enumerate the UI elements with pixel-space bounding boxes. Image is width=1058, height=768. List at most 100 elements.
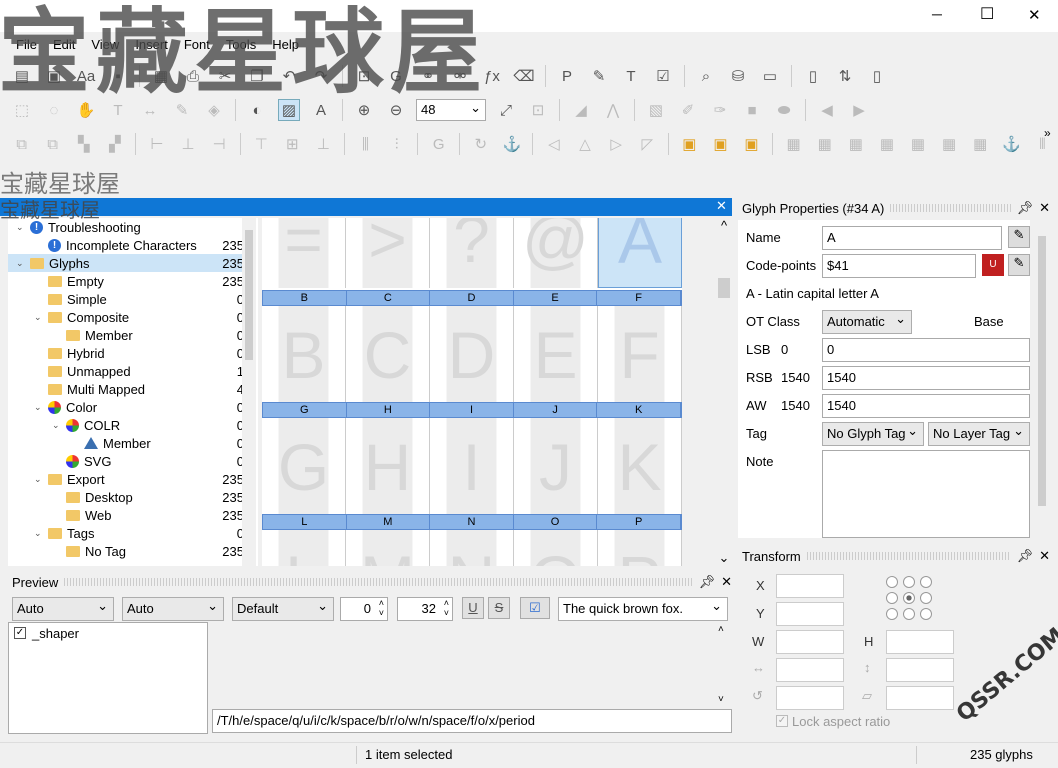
rotate-icon[interactable]: ↻	[470, 133, 491, 155]
export-icon[interactable]: ▯	[866, 65, 888, 87]
copy-icon[interactable]: ❐	[246, 65, 268, 87]
grid7-icon[interactable]: ▦	[970, 133, 991, 155]
origin-radio[interactable]	[903, 592, 915, 604]
expand-icon[interactable]: ⌄	[34, 528, 44, 539]
preview-check-button[interactable]: ☑	[520, 597, 550, 619]
grid6-icon[interactable]: ▦	[939, 133, 960, 155]
zoom-select[interactable]: 48 ⌄	[416, 99, 486, 121]
glyph-cell[interactable]: L	[262, 530, 346, 566]
tree-item[interactable]: ⌄ Export 235	[8, 470, 248, 488]
cut-icon[interactable]: ✂	[214, 65, 236, 87]
pin-icon[interactable]: 📌︎	[1017, 200, 1034, 216]
distribute-v-icon[interactable]: ⫶	[386, 133, 407, 155]
preview-close-icon[interactable]: ✕	[721, 574, 732, 590]
align-right-icon[interactable]: ⊣	[209, 133, 230, 155]
menu-edit[interactable]: Edit	[53, 37, 75, 52]
redo-icon[interactable]: ↷	[310, 65, 332, 87]
glyph-cell[interactable]: >	[346, 218, 430, 288]
align-top-icon[interactable]: ⊤	[251, 133, 272, 155]
tree-item[interactable]: ! Incomplete Characters 235	[8, 236, 248, 254]
preview-tool-icon[interactable]: ◐	[246, 99, 268, 121]
font-info-icon[interactable]: Aa	[75, 65, 97, 87]
x-field[interactable]	[776, 574, 844, 598]
tree-item[interactable]: Hybrid 0	[8, 344, 248, 362]
glyph-ref-icon[interactable]: G	[428, 133, 449, 155]
close-button[interactable]: ✕	[1028, 6, 1041, 24]
align-center-icon[interactable]: ⊥	[178, 133, 199, 155]
abc-db-icon[interactable]: ⛁	[727, 65, 749, 87]
unlink-icon[interactable]: ⚮	[449, 65, 471, 87]
codepoints-field[interactable]: $41	[822, 254, 976, 278]
minimize-button[interactable]: ─	[932, 6, 942, 22]
maximize-button[interactable]: ☐	[980, 4, 994, 24]
unicode-icon[interactable]: U	[982, 254, 1004, 276]
properties-scrollbar[interactable]	[1034, 220, 1050, 538]
grid5-icon[interactable]: ▦	[907, 133, 928, 155]
measure-icon[interactable]: ↔	[139, 99, 161, 121]
skew-icon[interactable]: ◸	[637, 133, 658, 155]
more-tools-icon[interactable]: »	[1044, 126, 1051, 140]
corner-icon[interactable]: ◢	[570, 99, 592, 121]
rsb-field[interactable]: 1540	[822, 366, 1030, 390]
grid4-icon[interactable]: ▦	[876, 133, 897, 155]
break-icon[interactable]: ▞	[104, 133, 125, 155]
glyph-string-field[interactable]: /T/h/e/space/q/u/i/c/k/space/b/r/o/w/n/s…	[212, 709, 732, 733]
tree-item[interactable]: ⌄ Glyphs 235	[8, 254, 248, 272]
glyph-icon[interactable]: ⊡	[353, 65, 375, 87]
mirror-icon[interactable]: ▷	[606, 133, 627, 155]
align-bottom-icon[interactable]: ⊥	[313, 133, 334, 155]
expand-icon[interactable]: ⌄	[16, 222, 26, 233]
save-as-icon[interactable]: ▦	[150, 65, 172, 87]
flip-h-icon[interactable]: ◁	[543, 133, 564, 155]
glyph-cell[interactable]: D	[430, 306, 514, 404]
feature-select[interactable]: Default	[232, 597, 334, 621]
print-icon[interactable]: ⎙	[182, 65, 204, 87]
glyph-cell[interactable]: @	[514, 218, 598, 288]
menu-file[interactable]: File	[16, 37, 37, 52]
pencil-icon[interactable]: ✎	[171, 99, 193, 121]
combine-icon[interactable]: ▚	[73, 133, 94, 155]
align-middle-icon[interactable]: ⊞	[282, 133, 303, 155]
properties-icon[interactable]: P	[556, 65, 578, 87]
glyph-cell[interactable]: B	[262, 306, 346, 404]
node-icon[interactable]: ⋀	[602, 99, 624, 121]
anchor-blue-icon[interactable]: ⚓	[501, 133, 522, 155]
ellipse-icon[interactable]: ⬬	[773, 99, 795, 121]
menu-view[interactable]: View	[91, 37, 119, 52]
language-select[interactable]: Auto	[122, 597, 224, 621]
tree-item[interactable]: Web 235	[8, 506, 248, 524]
note-field[interactable]	[822, 450, 1030, 538]
glyph-tag-select[interactable]: No Glyph Tag	[822, 422, 924, 446]
expand-icon[interactable]: ⌄	[34, 312, 44, 323]
tree-scrollbar[interactable]	[242, 218, 256, 566]
glyph-cell[interactable]: =	[262, 218, 346, 288]
origin-radio[interactable]	[886, 608, 898, 620]
expand-icon[interactable]: ⌄	[52, 420, 62, 431]
save-icon[interactable]: ▪	[107, 65, 129, 87]
validate-icon[interactable]: ☑	[652, 65, 674, 87]
rectangle-icon[interactable]: ■	[741, 99, 763, 121]
glyph-cell[interactable]: E	[514, 306, 598, 404]
skew-field[interactable]	[886, 686, 954, 710]
knife-icon[interactable]: ✑	[709, 99, 731, 121]
font-style-icon[interactable]: A	[310, 99, 332, 121]
y-field[interactable]	[776, 602, 844, 626]
expand-icon[interactable]: ⌄	[34, 402, 44, 413]
origin-radio[interactable]	[886, 576, 898, 588]
intersect-icon[interactable]: ▣	[710, 133, 731, 155]
glyph-g-icon[interactable]: G	[385, 65, 407, 87]
lock-aspect-checkbox[interactable]: ✓	[776, 715, 788, 727]
glyph-cell[interactable]: N	[430, 530, 514, 566]
menu-help[interactable]: Help	[272, 37, 299, 52]
tree-item[interactable]: Simple 0	[8, 290, 248, 308]
lasso-icon[interactable]: ◌	[43, 99, 65, 121]
undo-icon[interactable]: ↶	[278, 65, 300, 87]
tree-item[interactable]: ⌄ Tags 0	[8, 524, 248, 542]
distribute-h-icon[interactable]: ⫼	[355, 133, 376, 155]
glyph-cell[interactable]: O	[514, 530, 598, 566]
menu-insert[interactable]: Insert	[135, 37, 168, 52]
tree-item[interactable]: ⌄ COLR 0	[8, 416, 248, 434]
size-spinner[interactable]: 32 ˄ ˅	[397, 597, 453, 621]
back-icon[interactable]: ◀	[816, 99, 838, 121]
tree-item[interactable]: Unmapped 1	[8, 362, 248, 380]
